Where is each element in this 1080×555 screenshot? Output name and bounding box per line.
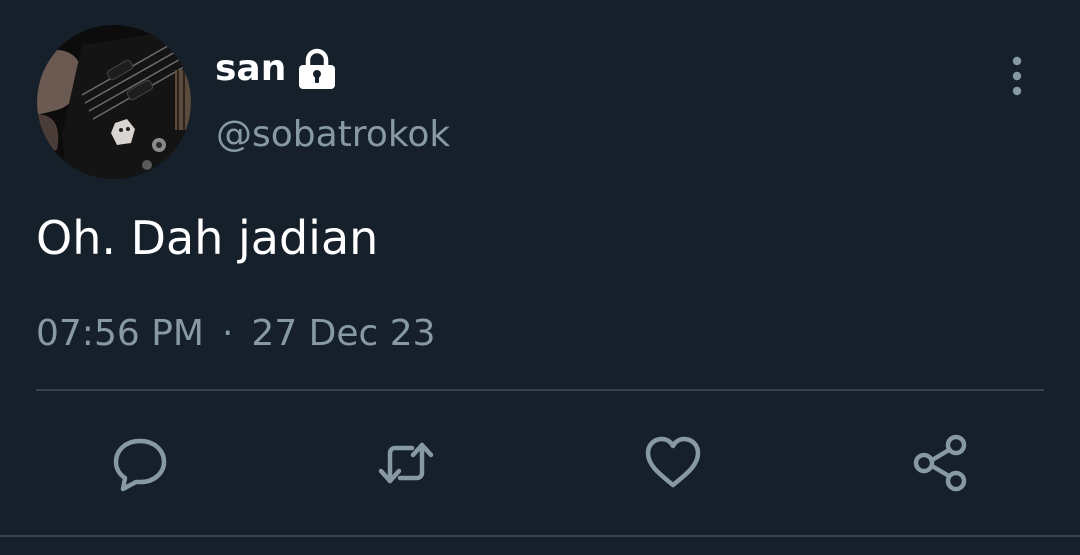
more-vertical-icon	[1012, 56, 1022, 96]
heart-icon	[645, 436, 701, 488]
reply-icon	[113, 438, 167, 492]
lock-icon	[299, 48, 336, 89]
share-icon	[913, 434, 967, 492]
display-name[interactable]: san	[215, 46, 286, 92]
user-handle[interactable]: @sobatrokok	[216, 112, 450, 158]
meta-separator: ·	[221, 313, 234, 354]
divider	[36, 389, 1044, 391]
share-button[interactable]	[907, 430, 973, 496]
retweet-button[interactable]	[373, 430, 439, 496]
tweet-text: Oh. Dah jadian	[36, 211, 379, 265]
retweet-icon	[378, 442, 434, 484]
tweet-meta: 07:56 PM · 27 Dec 23	[36, 310, 436, 358]
display-name-row: san	[215, 46, 338, 92]
tweet-detail: san @sobatrokok Oh. Dah jadian 07:56 PM …	[0, 0, 1080, 555]
avatar-guitar-photo	[37, 25, 191, 179]
tweet-time[interactable]: 07:56 PM	[36, 310, 204, 358]
more-options-button[interactable]	[996, 52, 1038, 100]
like-button[interactable]	[640, 430, 706, 496]
avatar[interactable]	[37, 25, 191, 179]
reply-button[interactable]	[107, 430, 173, 496]
bottom-divider	[0, 535, 1080, 537]
tweet-actions	[0, 430, 1080, 496]
tweet-date[interactable]: 27 Dec 23	[251, 310, 435, 358]
